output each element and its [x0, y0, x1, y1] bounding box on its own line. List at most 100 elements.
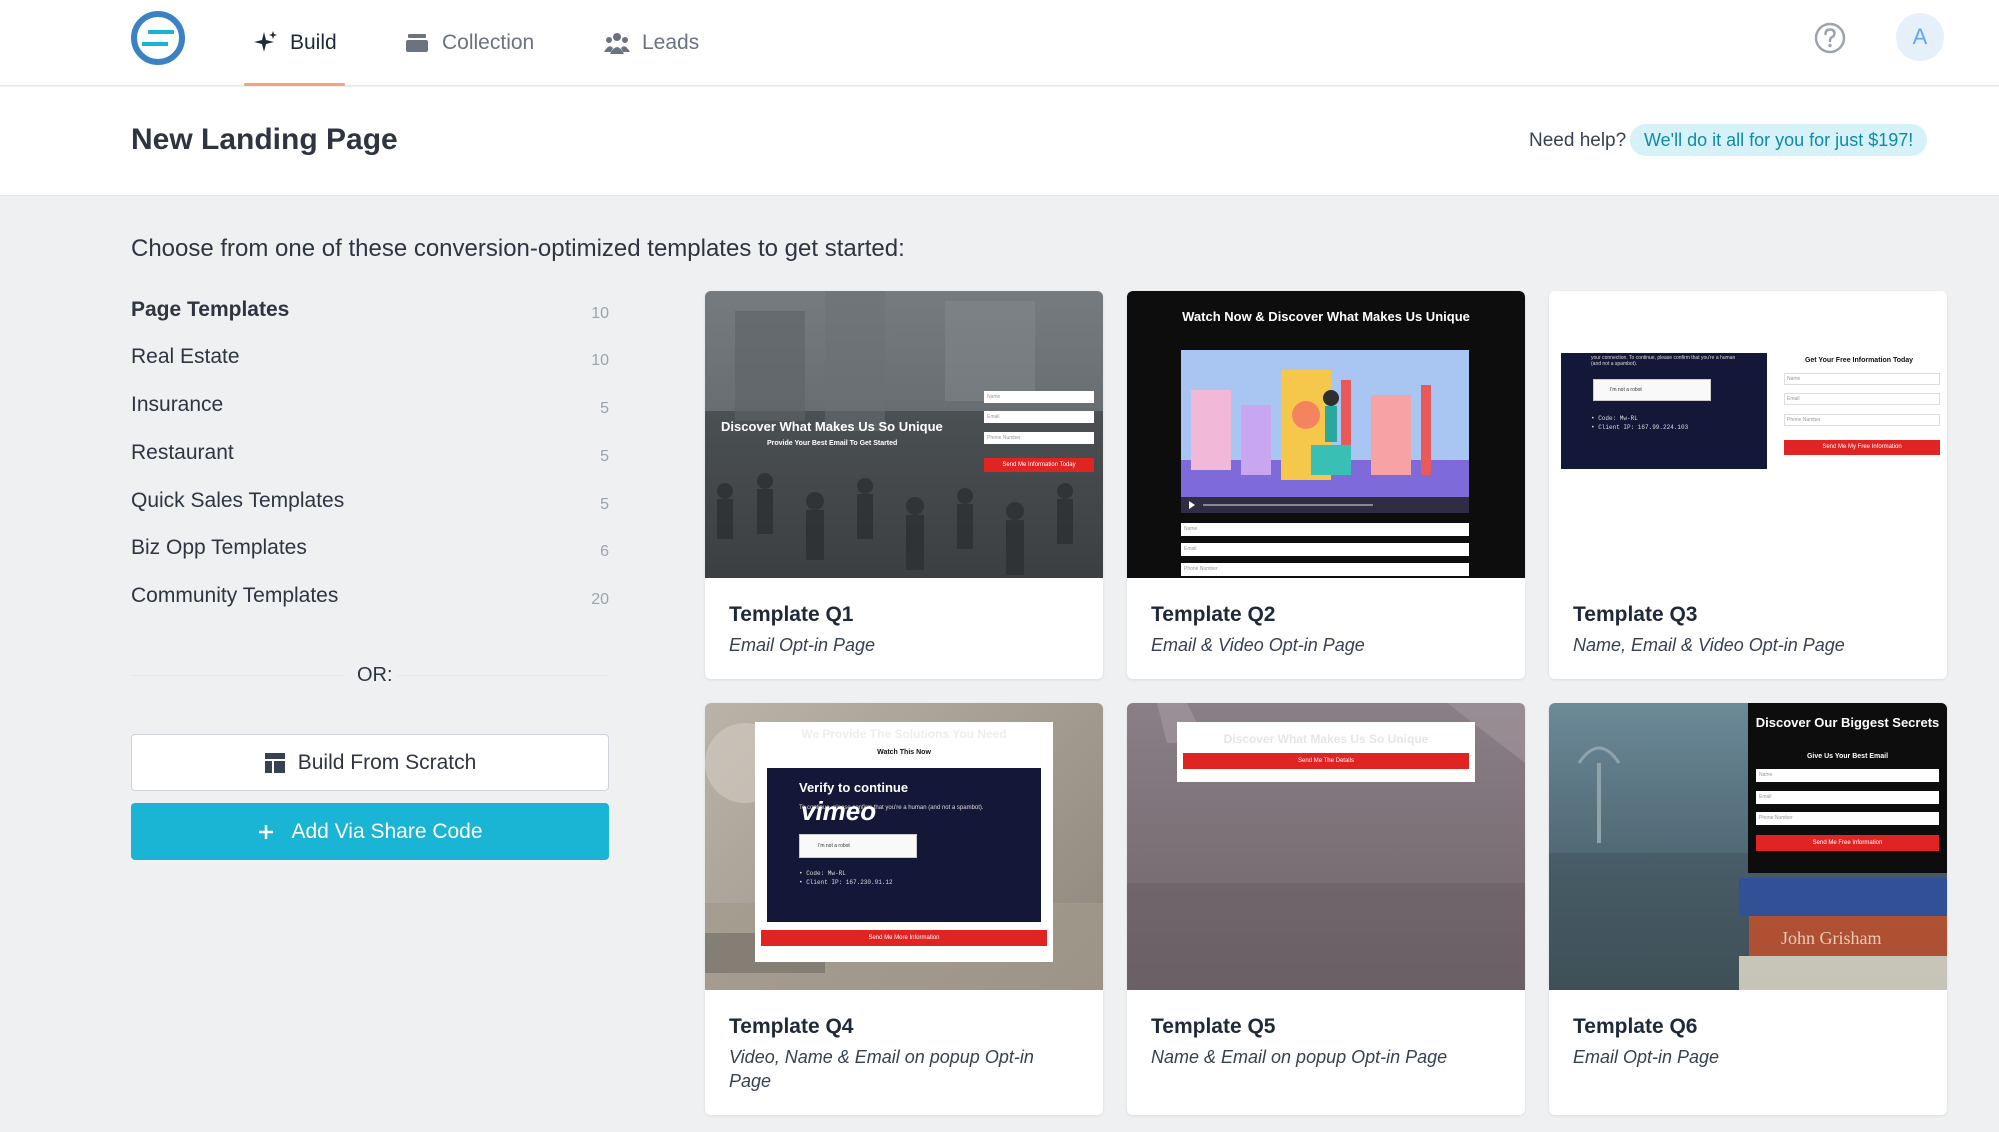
- template-card-q2[interactable]: Watch Now & Discover What Makes Us Uniqu…: [1127, 291, 1525, 679]
- sidebar-item-count: 5: [600, 400, 609, 417]
- preview-captcha-box: I'm not a robot: [799, 834, 917, 858]
- sidebar-item-real-estate[interactable]: Real Estate 10: [131, 337, 609, 377]
- preview-email-field: Email: [1181, 543, 1469, 556]
- template-preview-q5: Discover What Makes Us So Unique Send Me…: [1127, 703, 1525, 990]
- preview-phone-field: Phone Number: [1181, 563, 1469, 576]
- preview-book-title: John Grisham: [1781, 928, 1882, 948]
- active-tab-indicator: [244, 83, 345, 86]
- tab-build-label: Build: [290, 31, 337, 54]
- template-card-q6[interactable]: John Grisham Discover Our Biggest Secret…: [1549, 703, 1947, 1115]
- preview-popup: Discover What Makes Us So Unique Send Me…: [1177, 722, 1475, 782]
- template-subtitle: Video, Name & Email on popup Opt-in Page: [729, 1047, 1034, 1091]
- sidebar-item-insurance[interactable]: Insurance 5: [131, 385, 609, 425]
- template-card-q3[interactable]: your connection. To continue, please con…: [1549, 291, 1947, 679]
- divider-line: [131, 675, 343, 676]
- template-subtitle: Email Opt-in Page: [1573, 1047, 1720, 1067]
- preview-cta-button: Send Me Free Information: [1756, 835, 1939, 851]
- plus-icon: [259, 824, 274, 839]
- preview-video-panel: Verify to continue To continue, please c…: [767, 768, 1041, 922]
- preview-headline: We Provide The Solutions You Need: [801, 727, 1007, 741]
- tab-leads-label: Leads: [642, 31, 700, 54]
- preview-headline: Discover What Makes Us So Unique: [1223, 732, 1429, 746]
- template-subtitle: Name & Email on popup Opt-in Page: [1151, 1047, 1448, 1067]
- preview-cta-button: Send Me My Free Information: [1784, 440, 1940, 455]
- vimeo-logo: vimeo: [801, 796, 877, 826]
- preview-email-field: Email: [1784, 393, 1940, 405]
- template-preview-q2: Watch Now & Discover What Makes Us Uniqu…: [1127, 291, 1525, 578]
- template-subtitle: Email & Video Opt-in Page: [1151, 635, 1365, 655]
- preview-popup: We Provide The Solutions You Need Watch …: [755, 722, 1053, 962]
- preview-cta-button: Send Me The Details: [1183, 753, 1469, 769]
- build-from-scratch-button[interactable]: Build From Scratch: [131, 734, 609, 791]
- user-avatar[interactable]: A: [1896, 13, 1944, 61]
- divider-line: [397, 675, 609, 676]
- add-via-share-code-button[interactable]: Add Via Share Code: [131, 803, 609, 860]
- add-via-share-code-label: Add Via Share Code: [291, 819, 483, 843]
- sidebar-item-count: 5: [600, 448, 609, 465]
- preview-subheadline: Provide Your Best Email To Get Started: [767, 440, 898, 447]
- preview-name-field: Name: [1756, 769, 1939, 782]
- template-card-q5[interactable]: Discover What Makes Us So Unique Send Me…: [1127, 703, 1525, 1115]
- sidebar-item-page-templates[interactable]: Page Templates 10: [131, 290, 609, 330]
- tab-collection-label: Collection: [442, 31, 535, 54]
- preview-cta-button: Send Me Information Today: [984, 458, 1094, 472]
- template-preview-q4: We Provide The Solutions You Need Watch …: [705, 703, 1103, 990]
- sparkle-icon: [254, 31, 277, 52]
- sidebar-item-quick-sales[interactable]: Quick Sales Templates 5: [131, 481, 609, 521]
- sidebar-item-count: 10: [591, 305, 609, 322]
- sidebar-item-label: Page Templates: [131, 298, 290, 321]
- top-nav: Build Collection Leads A: [0, 0, 1999, 86]
- preview-phone-field: Phone Number: [1756, 812, 1939, 825]
- or-label: OR:: [357, 664, 393, 686]
- preview-name-field: Name: [984, 391, 1094, 403]
- help-circle-icon[interactable]: [1814, 22, 1846, 54]
- tab-collection[interactable]: Collection: [404, 0, 534, 86]
- page-header: New Landing Page Need help? We'll do it …: [0, 87, 1999, 196]
- sidebar-item-label: Community Templates: [131, 584, 339, 607]
- sidebar-item-label: Real Estate: [131, 345, 240, 368]
- or-divider: OR:: [131, 664, 609, 688]
- template-title: Template Q4: [729, 1015, 854, 1038]
- preview-name-field: Name: [1181, 523, 1469, 536]
- preview-headline: Get Your Free Information Today: [1804, 357, 1914, 364]
- preview-form-panel: Discover Our Biggest Secrets Give Us You…: [1748, 703, 1947, 873]
- preview-code-line: • Code: Mw-RL: [799, 870, 846, 877]
- build-from-scratch-label: Build From Scratch: [297, 750, 477, 774]
- sidebar-item-label: Biz Opp Templates: [131, 536, 307, 559]
- preview-headline: Discover Our Biggest Secrets: [1755, 715, 1940, 730]
- template-title: Template Q3: [1573, 603, 1698, 626]
- done-for-you-offer-link[interactable]: We'll do it all for you for just $197!: [1630, 124, 1928, 156]
- tab-build[interactable]: Build: [244, 0, 345, 86]
- preview-captcha-notice: your connection. To continue, please con…: [1591, 355, 1736, 367]
- preview-phone-field: Phone Number: [984, 432, 1094, 444]
- preview-video-panel: your connection. To continue, please con…: [1561, 353, 1767, 469]
- sidebar-item-biz-opp[interactable]: Biz Opp Templates 6: [131, 528, 609, 568]
- preview-code-line: • Code: Mw-RL: [1591, 415, 1638, 422]
- need-help-label: Need help?: [1529, 130, 1627, 151]
- sidebar-item-count: 6: [600, 543, 609, 560]
- preview-subheadline: Give Us Your Best Email: [1806, 753, 1889, 760]
- sidebar-item-count: 5: [600, 496, 609, 513]
- preview-email-field: Email: [984, 411, 1094, 423]
- preview-verify-title: Verify to continue: [799, 780, 909, 795]
- preview-headline: Watch Now & Discover What Makes Us Uniqu…: [1182, 309, 1470, 324]
- sidebar-item-count: 10: [591, 352, 609, 369]
- sidebar-item-community[interactable]: Community Templates 20: [131, 576, 609, 616]
- app-logo-icon[interactable]: [130, 10, 186, 66]
- preview-phone-field: Phone Number: [1784, 414, 1940, 426]
- people-icon: [604, 33, 630, 54]
- template-card-q1[interactable]: Discover What Makes Us So Unique Provide…: [705, 291, 1103, 679]
- template-subtitle: Email Opt-in Page: [729, 635, 876, 655]
- layout-icon: [264, 752, 285, 773]
- template-title: Template Q5: [1151, 1015, 1276, 1038]
- tab-leads[interactable]: Leads: [604, 0, 699, 86]
- sidebar-item-label: Insurance: [131, 393, 224, 416]
- avatar-initial: A: [1912, 24, 1928, 49]
- template-card-q4[interactable]: We Provide The Solutions You Need Watch …: [705, 703, 1103, 1115]
- preview-ip-line: • Client IP: 167.230.91.12: [799, 879, 893, 886]
- template-title: Template Q2: [1151, 603, 1276, 626]
- sidebar-item-restaurant[interactable]: Restaurant 5: [131, 433, 609, 473]
- sidebar-item-count: 20: [591, 591, 609, 608]
- template-title: Template Q6: [1573, 1015, 1698, 1038]
- template-preview-q1: Discover What Makes Us So Unique Provide…: [705, 291, 1103, 578]
